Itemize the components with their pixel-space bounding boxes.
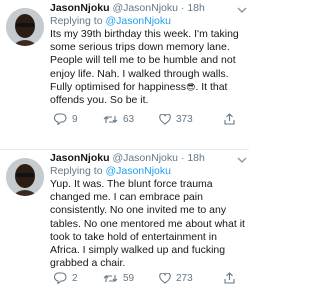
share-button[interactable] bbox=[224, 113, 235, 125]
tweet-text-line: grabbed a chair. bbox=[50, 257, 126, 270]
reply-count: 9 bbox=[72, 113, 78, 125]
retweet-icon bbox=[103, 274, 118, 282]
tweet-1[interactable]: JasonNjoku @JasonNjoku · 18h Replying to… bbox=[0, 0, 249, 150]
replying-to-prefix: Replying to bbox=[50, 15, 106, 27]
tweet-text: Yup. It was. The blunt force trauma chan… bbox=[50, 178, 245, 270]
separator-dot: · bbox=[180, 152, 185, 164]
heart-icon bbox=[159, 272, 171, 284]
author-handle[interactable]: @JasonNjoku bbox=[112, 2, 178, 14]
tweet-text-line: Yup. It was. The blunt force trauma bbox=[50, 178, 213, 190]
reply-button[interactable]: 2 bbox=[54, 272, 78, 284]
tweet-text-line: some serious trips down memory lane. bbox=[50, 41, 230, 54]
tweet-text-line: consistently. No one invited me to any bbox=[50, 204, 227, 217]
tweet-text-line: enjoy life. Nah. I walked through walls. bbox=[50, 67, 229, 80]
reply-icon bbox=[54, 113, 67, 125]
reply-icon bbox=[54, 272, 67, 284]
like-button[interactable]: 373 bbox=[159, 113, 193, 125]
reply-count: 2 bbox=[72, 272, 78, 284]
tweet-time[interactable]: 18h bbox=[187, 2, 205, 14]
separator-dot: · bbox=[180, 2, 185, 14]
replying-to-mention[interactable]: @JasonNjoku bbox=[105, 165, 171, 177]
retweet-count: 63 bbox=[123, 113, 135, 125]
reply-button[interactable]: 9 bbox=[54, 113, 78, 125]
tweet-text-line: changed me. I can embrace pain bbox=[50, 191, 203, 204]
retweet-count: 59 bbox=[123, 272, 135, 284]
replying-to-prefix: Replying to bbox=[50, 165, 106, 177]
tweet-text-line: Fully optimised for happiness😎. It that bbox=[50, 81, 245, 94]
tweet-text-fragment: . It that bbox=[195, 80, 228, 93]
replying-to-mention[interactable]: @JasonNjoku bbox=[105, 15, 171, 27]
tweet-text-line: People will tell me to be humble and not bbox=[50, 54, 236, 67]
tweet-text-line: Its my 39th birthday this week. I'm taki… bbox=[50, 28, 239, 40]
like-button[interactable]: 273 bbox=[159, 272, 193, 284]
avatar[interactable] bbox=[6, 8, 44, 46]
avatar-man-with-sunglasses-icon bbox=[6, 8, 44, 46]
replying-to: Replying to @JasonNjoku bbox=[50, 15, 245, 28]
share-icon bbox=[224, 113, 235, 125]
retweet-button[interactable]: 63 bbox=[103, 114, 134, 125]
like-count: 373 bbox=[176, 113, 193, 125]
tweet-header: JasonNjoku @JasonNjoku · 18h bbox=[50, 152, 245, 165]
sunglasses-emoji-icon: 😎 bbox=[185, 81, 196, 92]
tweet-time[interactable]: 18h bbox=[187, 152, 205, 164]
like-count: 273 bbox=[176, 272, 193, 284]
retweet-button[interactable]: 59 bbox=[103, 273, 134, 284]
share-icon bbox=[224, 272, 235, 284]
tweet-text-line: Africa. I simply walked up and fucking bbox=[50, 244, 226, 257]
avatar-man-with-sunglasses-icon bbox=[6, 158, 44, 196]
tweet-text-line: offends you. So be it. bbox=[50, 94, 149, 107]
chevron-down-icon[interactable] bbox=[237, 6, 247, 14]
tweet-2[interactable]: JasonNjoku @JasonNjoku · 18h Replying to… bbox=[0, 150, 249, 300]
tweet-header: JasonNjoku @JasonNjoku · 18h bbox=[50, 2, 245, 15]
author-name[interactable]: JasonNjoku bbox=[50, 152, 110, 164]
author-handle[interactable]: @JasonNjoku bbox=[112, 152, 178, 164]
tweet-text-line: took to take hold of entertainment in bbox=[50, 230, 217, 243]
avatar[interactable] bbox=[6, 158, 44, 196]
replying-to: Replying to @JasonNjoku bbox=[50, 165, 245, 178]
share-button[interactable] bbox=[224, 272, 235, 284]
heart-icon bbox=[159, 113, 171, 125]
author-name[interactable]: JasonNjoku bbox=[50, 2, 110, 14]
tweet-text-line: tables. No one mentored me about what it bbox=[50, 217, 245, 230]
chevron-down-icon[interactable] bbox=[237, 156, 247, 164]
tweet-text-fragment: Fully optimised for happiness bbox=[50, 80, 186, 93]
tweet-text: Its my 39th birthday this week. I'm taki… bbox=[50, 28, 245, 107]
retweet-icon bbox=[103, 115, 118, 123]
